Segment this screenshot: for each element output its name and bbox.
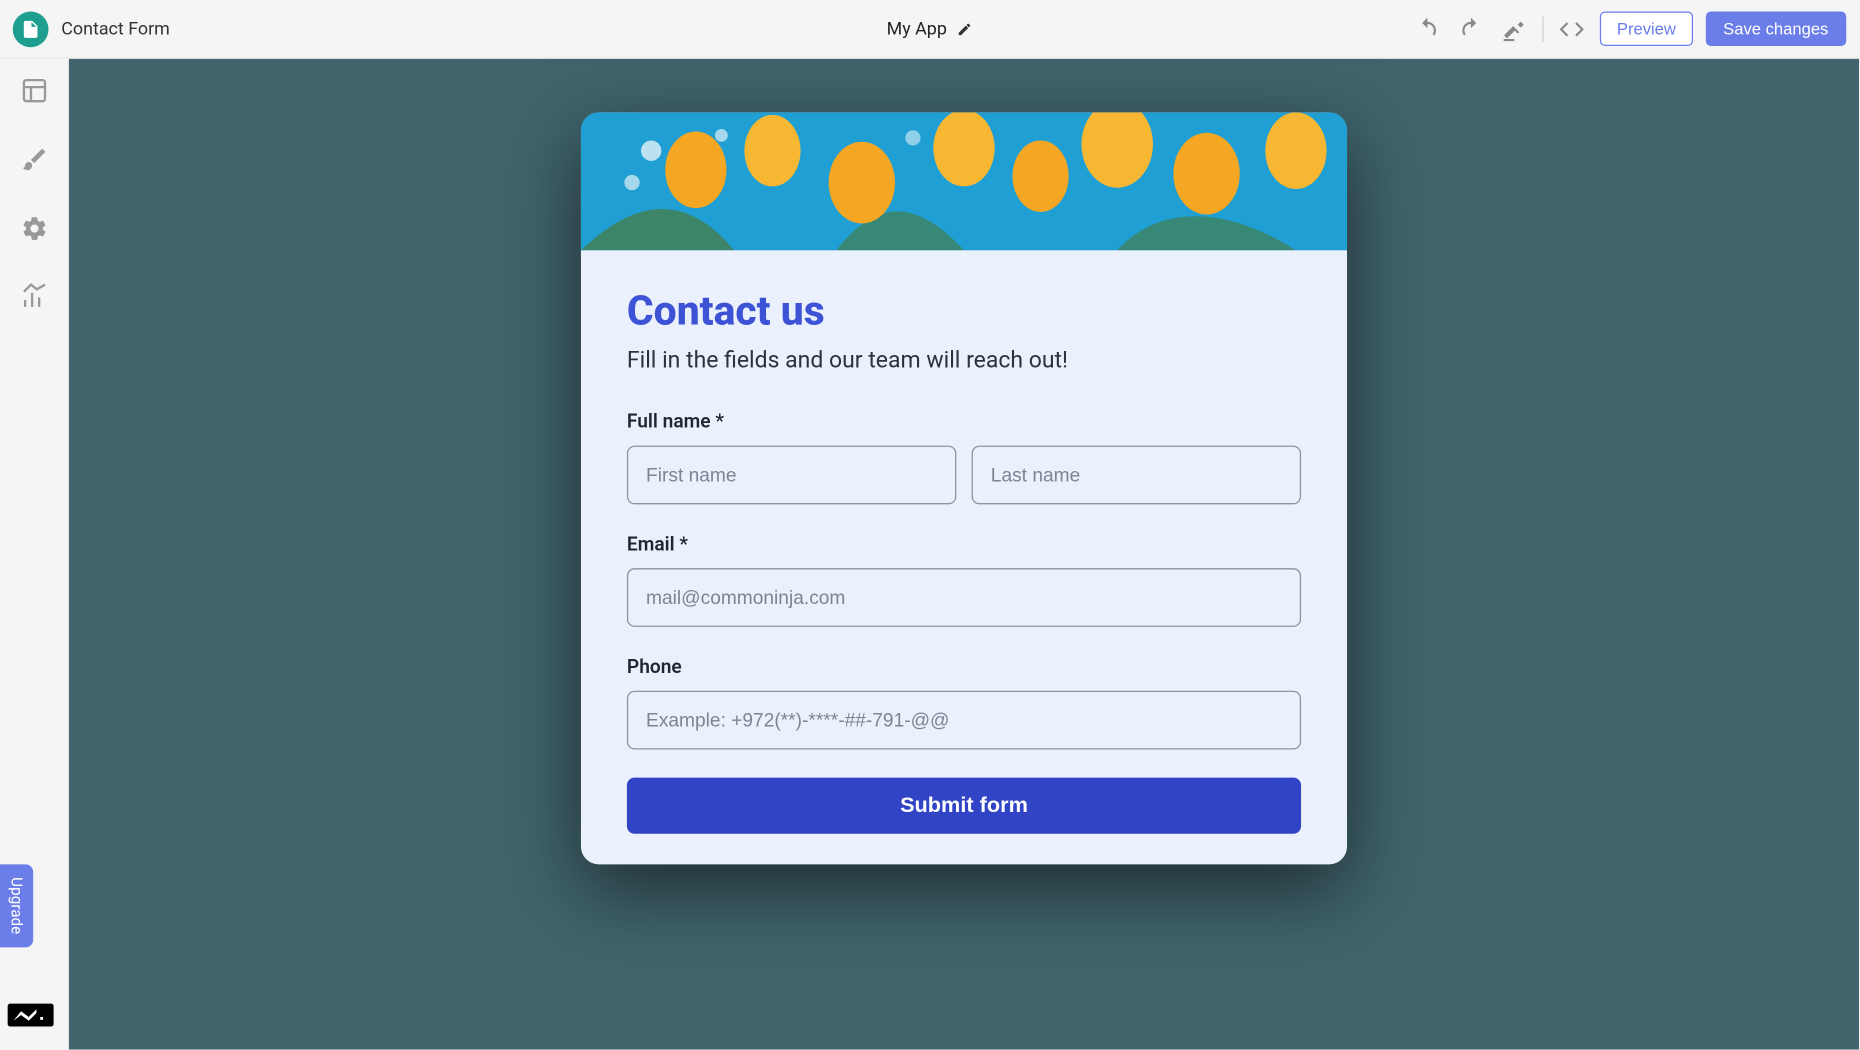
layout-icon[interactable] — [20, 77, 48, 110]
fullname-label: Full name * — [627, 410, 1301, 433]
page-name: Contact Form — [61, 19, 170, 39]
code-icon[interactable] — [1557, 13, 1588, 44]
edit-name-icon[interactable] — [957, 21, 972, 36]
upgrade-tab[interactable]: Upgrade — [0, 865, 33, 948]
email-field-block: Email * — [627, 532, 1301, 626]
submit-button[interactable]: Submit form — [627, 778, 1301, 834]
topbar-center: My App — [887, 19, 973, 39]
email-input[interactable] — [627, 568, 1301, 627]
phone-label: Phone — [627, 655, 1301, 678]
corner-badge[interactable] — [8, 1004, 54, 1027]
phone-field-block: Phone — [627, 655, 1301, 749]
topbar-left: Contact Form — [13, 11, 170, 47]
main-area: Upgrade — [0, 59, 1859, 1050]
canvas[interactable]: Contact us Fill in the fields and our te… — [69, 59, 1859, 1050]
preview-button[interactable]: Preview — [1600, 11, 1692, 45]
save-button[interactable]: Save changes — [1705, 11, 1846, 45]
phone-input[interactable] — [627, 691, 1301, 750]
divider — [1543, 16, 1544, 42]
form-title: Contact us — [627, 286, 1301, 335]
form-body: Contact us Fill in the fields and our te… — [581, 250, 1347, 864]
email-label: Email * — [627, 532, 1301, 555]
contact-form-card: Contact us Fill in the fields and our te… — [581, 112, 1347, 864]
app-name[interactable]: My App — [887, 19, 947, 39]
hero-image — [581, 112, 1347, 250]
gavel-icon[interactable] — [1499, 13, 1530, 44]
redo-icon[interactable] — [1456, 13, 1487, 44]
analytics-icon[interactable] — [20, 283, 48, 316]
top-bar: Contact Form My App Preview Save changes — [0, 0, 1859, 59]
topbar-right: Preview Save changes — [1413, 11, 1847, 45]
app-logo[interactable] — [13, 11, 49, 47]
gear-icon[interactable] — [20, 215, 48, 248]
left-sidebar: Upgrade — [0, 59, 69, 1050]
fullname-row — [627, 446, 1301, 505]
form-subtitle: Fill in the fields and our team will rea… — [627, 347, 1301, 374]
fullname-field-block: Full name * — [627, 410, 1301, 504]
lastname-input[interactable] — [972, 446, 1301, 505]
firstname-input[interactable] — [627, 446, 956, 505]
undo-icon[interactable] — [1413, 13, 1444, 44]
brush-icon[interactable] — [20, 146, 48, 179]
